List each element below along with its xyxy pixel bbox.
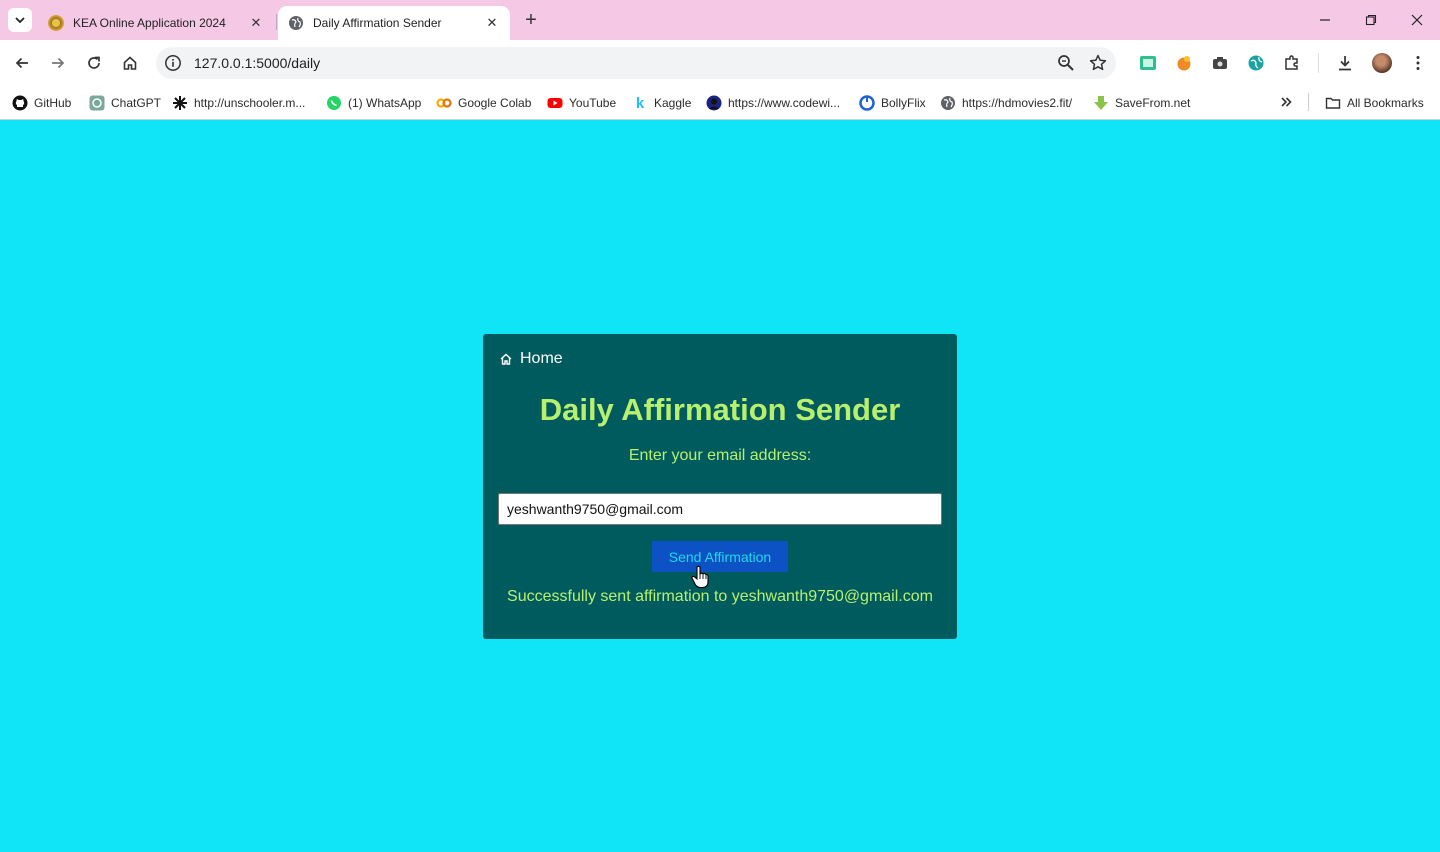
tab-strip: KEA Online Application 2024 ✕ Daily Affi… bbox=[0, 0, 1440, 40]
github-icon bbox=[12, 95, 28, 111]
bookmark-unschooler[interactable]: http://unschooler.m... bbox=[172, 93, 305, 113]
restore-icon bbox=[1365, 14, 1377, 26]
youtube-icon bbox=[547, 95, 563, 111]
arrow-left-icon bbox=[15, 57, 28, 69]
bookmark-google-colab[interactable]: Google Colab bbox=[436, 93, 531, 113]
arrow-right-icon bbox=[52, 57, 65, 69]
home-icon bbox=[123, 56, 137, 70]
extensions-menu-button[interactable] bbox=[1281, 52, 1303, 74]
bookmark-kaggle[interactable]: k Kaggle bbox=[632, 93, 692, 113]
puzzle-icon bbox=[1285, 55, 1298, 70]
close-window-button[interactable] bbox=[1394, 6, 1440, 34]
home-button[interactable] bbox=[117, 50, 143, 76]
codewithharry-icon bbox=[706, 95, 722, 111]
savefrom-icon bbox=[1093, 95, 1109, 111]
bookmark-label: ChatGPT bbox=[111, 96, 162, 110]
tab-search-button[interactable] bbox=[8, 8, 32, 32]
zoom-icon[interactable] bbox=[1056, 53, 1076, 73]
more-vert-icon bbox=[1416, 56, 1420, 70]
bookmark-hdmovies[interactable]: https://hdmovies2.fit/ bbox=[940, 93, 1072, 113]
bookmark-youtube[interactable]: YouTube bbox=[547, 93, 616, 113]
downloads-button[interactable] bbox=[1334, 52, 1356, 74]
bookmark-github[interactable]: GitHub bbox=[12, 93, 71, 113]
bookmark-label: SaveFrom.net bbox=[1115, 96, 1191, 110]
minimize-button[interactable] bbox=[1302, 6, 1348, 34]
page-title: Daily Affirmation Sender bbox=[539, 392, 901, 427]
back-button[interactable] bbox=[9, 50, 35, 76]
profile-button[interactable] bbox=[1371, 52, 1393, 74]
tab-title: Daily Affirmation Sender bbox=[313, 16, 442, 30]
bookmark-label: Google Colab bbox=[458, 96, 532, 110]
chevron-down-icon bbox=[15, 17, 25, 24]
folder-icon bbox=[1325, 95, 1341, 111]
bookmark-savefrom[interactable]: SaveFrom.net bbox=[1093, 93, 1190, 113]
success-message: Successfully sent affirmation to yeshwan… bbox=[507, 588, 933, 605]
whatsapp-icon bbox=[326, 95, 342, 111]
new-tab-button[interactable]: + bbox=[520, 9, 542, 31]
affirmation-card: Home Daily Affirmation Sender Enter your… bbox=[483, 334, 957, 639]
bookmark-bollyflix[interactable]: BollyFlix bbox=[859, 93, 926, 113]
toolbar-divider bbox=[1318, 53, 1319, 73]
chatgpt-icon bbox=[89, 95, 105, 111]
screen-extension-icon bbox=[1140, 56, 1156, 70]
tab-divider bbox=[276, 14, 277, 30]
close-icon[interactable]: ✕ bbox=[482, 13, 502, 33]
globe-icon bbox=[289, 16, 303, 30]
minimize-icon bbox=[1320, 19, 1330, 21]
bookmark-star-icon[interactable] bbox=[1088, 53, 1108, 73]
hand-cursor-icon bbox=[691, 565, 709, 589]
restore-button[interactable] bbox=[1348, 6, 1394, 34]
bollyflix-icon bbox=[859, 95, 875, 111]
all-bookmarks-button[interactable]: All Bookmarks bbox=[1325, 93, 1424, 113]
avatar bbox=[1372, 53, 1392, 73]
send-affirmation-button[interactable]: Send Affirmation bbox=[652, 541, 788, 572]
site-info-icon[interactable] bbox=[164, 54, 182, 72]
forward-button[interactable] bbox=[45, 50, 71, 76]
bookmark-label: (1) WhatsApp bbox=[348, 96, 422, 110]
bookmark-label: BollyFlix bbox=[881, 96, 926, 110]
camera-icon bbox=[1213, 57, 1227, 69]
home-link[interactable]: Home bbox=[499, 350, 563, 368]
chevron-double-right-icon bbox=[1281, 97, 1292, 107]
globe-icon bbox=[940, 95, 956, 111]
close-icon[interactable]: ✕ bbox=[246, 13, 266, 33]
tab-daily-affirmation[interactable]: Daily Affirmation Sender ✕ bbox=[278, 6, 510, 40]
extension-button[interactable] bbox=[1245, 52, 1267, 74]
tab-kea-online[interactable]: KEA Online Application 2024 ✕ bbox=[38, 6, 274, 40]
chrome-menu-button[interactable] bbox=[1407, 52, 1429, 74]
kaggle-icon: k bbox=[635, 94, 645, 112]
bookmark-whatsapp[interactable]: (1) WhatsApp bbox=[326, 93, 421, 113]
bookmark-label: https://hdmovies2.fit/ bbox=[962, 96, 1073, 110]
bookmarks-bar: GitHub ChatGPT http://unschooler.m... (1… bbox=[0, 86, 1440, 120]
home-label: Home bbox=[520, 350, 563, 367]
home-icon bbox=[500, 353, 512, 365]
reload-button[interactable] bbox=[81, 50, 107, 76]
bookmarks-divider bbox=[1308, 93, 1309, 111]
all-bookmarks-label: All Bookmarks bbox=[1347, 96, 1424, 110]
bookmark-label: YouTube bbox=[569, 96, 617, 110]
globe-extension-icon bbox=[1248, 55, 1264, 71]
email-field[interactable] bbox=[498, 493, 942, 525]
kea-emblem-icon bbox=[48, 15, 64, 31]
bookmark-label: Kaggle bbox=[654, 96, 692, 110]
address-bar[interactable]: 127.0.0.1:5000/daily bbox=[156, 47, 1116, 79]
bookmark-label: GitHub bbox=[34, 96, 72, 110]
extension-button[interactable] bbox=[1209, 52, 1231, 74]
reload-icon bbox=[88, 56, 100, 69]
more-bookmarks-button[interactable] bbox=[1276, 92, 1296, 112]
bookmark-label: http://unschooler.m... bbox=[194, 96, 306, 110]
extension-button[interactable] bbox=[1173, 52, 1195, 74]
bookmark-codewithharry[interactable]: https://www.codewi... bbox=[706, 93, 840, 113]
orange-extension-icon bbox=[1177, 56, 1191, 71]
bookmark-chatgpt[interactable]: ChatGPT bbox=[89, 93, 161, 113]
colab-icon bbox=[436, 95, 452, 111]
email-label: Enter your email address: bbox=[628, 447, 812, 464]
close-icon bbox=[1411, 14, 1423, 26]
url-text: 127.0.0.1:5000/daily bbox=[194, 55, 321, 71]
download-icon bbox=[1339, 56, 1351, 71]
star-burst-icon bbox=[172, 95, 188, 111]
tab-title: KEA Online Application 2024 bbox=[73, 16, 226, 30]
bookmark-label: https://www.codewi... bbox=[728, 96, 841, 110]
extension-button[interactable] bbox=[1137, 52, 1159, 74]
